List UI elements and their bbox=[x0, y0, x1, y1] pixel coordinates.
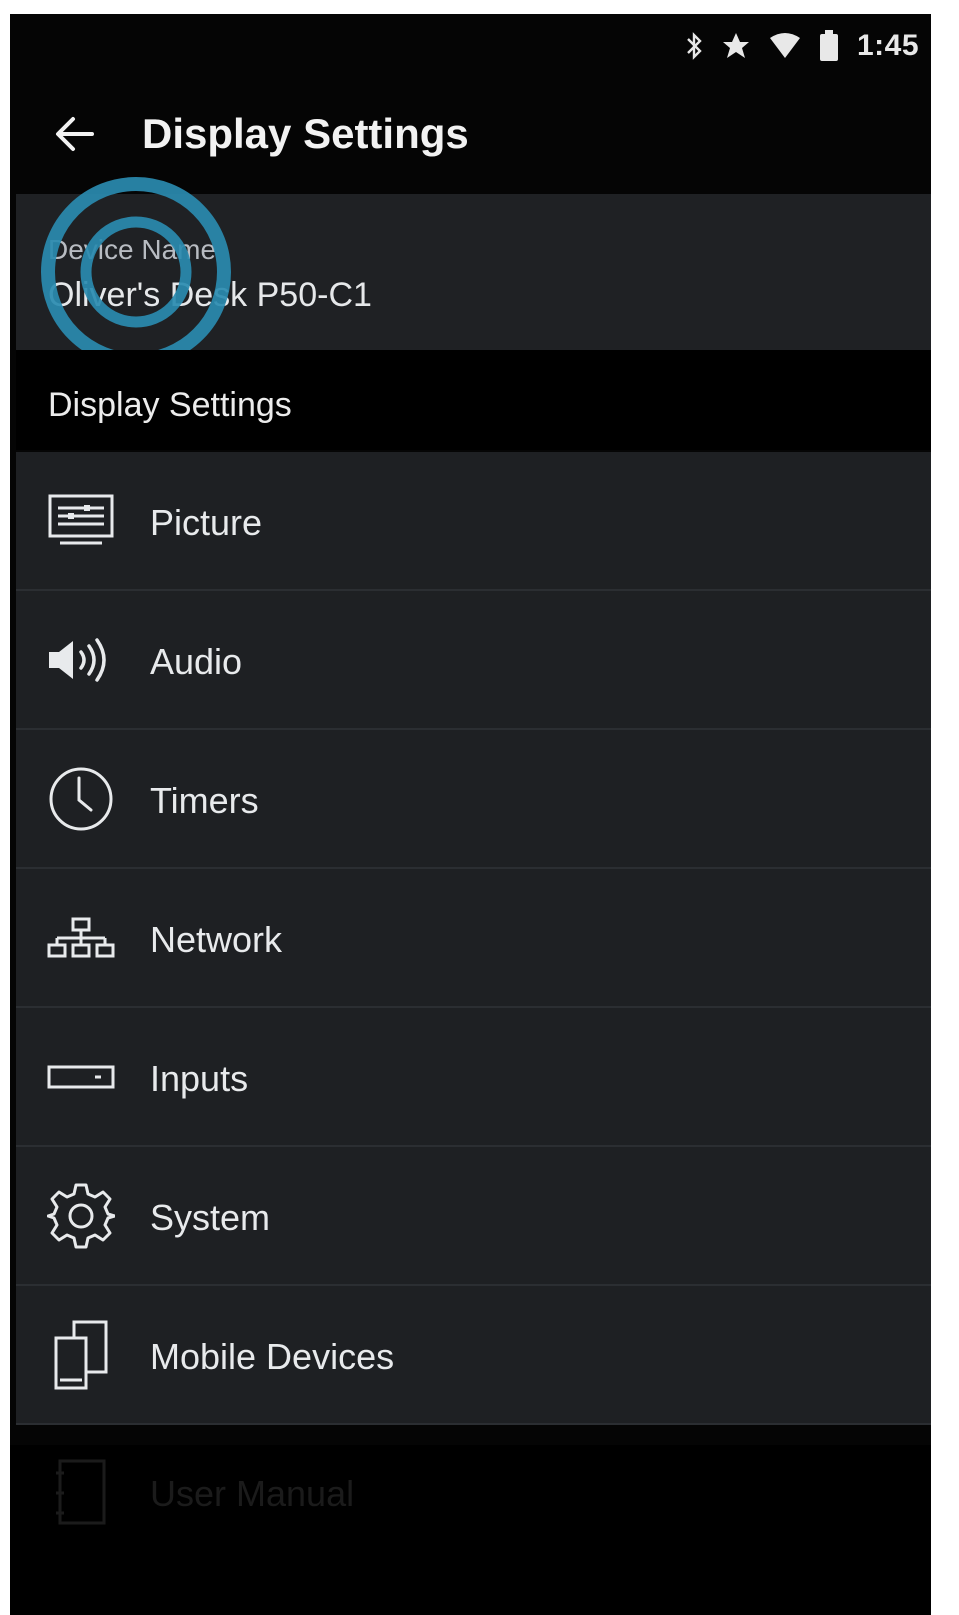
menu-item-label: Audio bbox=[150, 641, 243, 682]
menu-item-inputs[interactable]: Inputs bbox=[16, 1008, 931, 1147]
status-bar: 1:45 bbox=[10, 14, 931, 76]
menu-item-audio[interactable]: Audio bbox=[16, 591, 931, 730]
battery-icon bbox=[819, 30, 839, 62]
menu-item-mobile-devices[interactable]: Mobile Devices bbox=[16, 1286, 931, 1425]
app-bar: Display Settings bbox=[10, 76, 931, 194]
bottom-bar: User Manual bbox=[10, 1445, 931, 1615]
speaker-icon bbox=[46, 627, 116, 693]
star-icon bbox=[721, 31, 751, 61]
status-icons: 1:45 bbox=[685, 26, 919, 66]
menu-item-user-manual[interactable]: User Manual bbox=[150, 1473, 354, 1515]
mobile-devices-icon bbox=[46, 1320, 116, 1390]
device-name-value: Oliver's Desk P50-C1 bbox=[48, 276, 372, 314]
menu-item-system[interactable]: System bbox=[16, 1147, 931, 1286]
input-icon bbox=[46, 1044, 116, 1110]
picture-icon bbox=[46, 488, 116, 554]
menu-item-timers[interactable]: Timers bbox=[16, 730, 931, 869]
menu-item-label: System bbox=[150, 1197, 271, 1238]
status-time: 1:45 bbox=[856, 29, 919, 62]
network-icon bbox=[46, 905, 116, 971]
menu-item-network[interactable]: Network bbox=[16, 869, 931, 1008]
manual-icon bbox=[50, 1459, 110, 1525]
clock-icon bbox=[46, 766, 116, 832]
menu-item-picture[interactable]: Picture bbox=[16, 452, 931, 591]
device-name-label: Device Name bbox=[48, 234, 217, 265]
section-header: Display Settings bbox=[16, 350, 931, 450]
back-button[interactable] bbox=[50, 112, 98, 160]
settings-menu: Picture Audio Timers Network Inputs Syst… bbox=[16, 452, 931, 1425]
menu-item-label: Timers bbox=[150, 780, 259, 821]
bluetooth-icon bbox=[685, 31, 703, 61]
menu-item-label: Mobile Devices bbox=[150, 1336, 395, 1377]
section-title: Display Settings bbox=[48, 386, 292, 424]
arrow-left-icon bbox=[54, 116, 94, 157]
wifi-icon bbox=[769, 32, 801, 60]
menu-item-label: Inputs bbox=[150, 1058, 249, 1099]
menu-item-label: Network bbox=[150, 919, 283, 960]
phone-screen: 1:45 Display Settings Device Name Oliver… bbox=[10, 14, 931, 1615]
gear-icon bbox=[46, 1183, 116, 1249]
menu-item-label: Picture bbox=[150, 502, 263, 543]
device-name-row[interactable]: Device Name Oliver's Desk P50-C1 bbox=[16, 194, 931, 350]
page-title: Display Settings bbox=[142, 110, 469, 157]
